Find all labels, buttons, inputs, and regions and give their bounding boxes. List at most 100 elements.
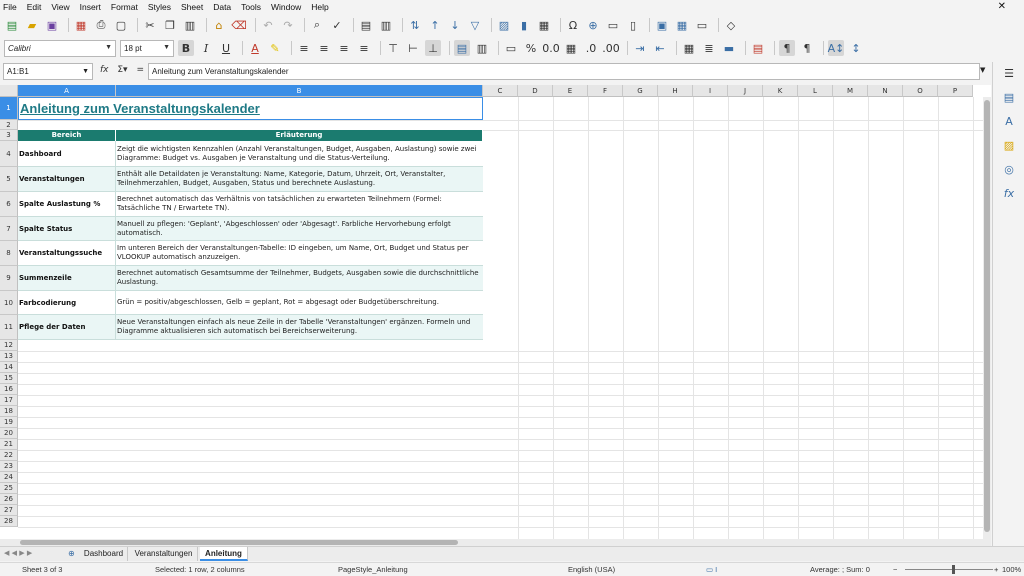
- split-window-icon[interactable]: ▭: [694, 17, 710, 33]
- column-header-o[interactable]: O: [903, 85, 938, 97]
- cut-icon[interactable]: ✂: [142, 17, 158, 33]
- column-header-a[interactable]: A: [18, 85, 116, 97]
- sum-icon[interactable]: Σ▾: [117, 65, 127, 75]
- zoom-out-icon[interactable]: −: [893, 565, 897, 574]
- row-header-7[interactable]: 7: [0, 217, 18, 241]
- select-all-corner[interactable]: [0, 85, 18, 97]
- tab-dashboard[interactable]: Dashboard: [80, 547, 128, 561]
- center-vertically-icon[interactable]: ⊢: [405, 40, 421, 56]
- align-top-icon[interactable]: ⊤: [385, 40, 401, 56]
- sidebar-menu-icon[interactable]: ☰: [1001, 66, 1017, 82]
- export-pdf-icon[interactable]: ▦: [73, 17, 89, 33]
- column-header-n[interactable]: N: [868, 85, 903, 97]
- borders-icon[interactable]: ▦: [681, 40, 697, 56]
- column-header-c[interactable]: C: [483, 85, 518, 97]
- row-header-10[interactable]: 10: [0, 291, 18, 315]
- erlaeuterung-cell[interactable]: Grün = positiv/abgeschlossen, Gelb = gep…: [116, 291, 483, 314]
- row-header-3[interactable]: 3: [0, 130, 18, 141]
- title-cell[interactable]: Anleitung zum Veranstaltungskalender: [18, 97, 483, 120]
- header-footer-icon[interactable]: ▯: [625, 17, 641, 33]
- row-header-4[interactable]: 4: [0, 141, 18, 167]
- bereich-cell[interactable]: Veranstaltungen: [18, 167, 116, 191]
- row-header-14[interactable]: 14: [0, 362, 18, 373]
- conditional-format-icon[interactable]: ▤: [750, 40, 766, 56]
- bereich-cell[interactable]: Pflege der Daten: [18, 315, 116, 339]
- bereich-cell[interactable]: Spalte Auslastung %: [18, 192, 116, 216]
- row-header-27[interactable]: 27: [0, 505, 18, 516]
- clone-formatting-icon[interactable]: ⌂: [211, 17, 227, 33]
- menu-view[interactable]: View: [51, 2, 69, 12]
- gallery-icon[interactable]: ▨: [1001, 138, 1017, 154]
- bereich-cell[interactable]: Dashboard: [18, 141, 116, 166]
- find-replace-icon[interactable]: ⌕: [309, 17, 325, 33]
- delete-decimal-icon[interactable]: .00: [602, 40, 620, 56]
- row-header-13[interactable]: 13: [0, 351, 18, 362]
- percent-format-icon[interactable]: %: [523, 40, 539, 56]
- column-header-h[interactable]: H: [658, 85, 693, 97]
- row-header-20[interactable]: 20: [0, 428, 18, 439]
- add-sheet-icon[interactable]: ⊕: [68, 549, 75, 558]
- row-header-15[interactable]: 15: [0, 373, 18, 384]
- navigator-icon[interactable]: ◎: [1001, 162, 1017, 178]
- number-format-icon[interactable]: 0.0: [542, 40, 560, 56]
- hyperlink-icon[interactable]: ⊕: [585, 17, 601, 33]
- border-color-icon[interactable]: ▬: [721, 40, 737, 56]
- name-box[interactable]: A1:B1 ▼: [3, 63, 93, 80]
- row-header-9[interactable]: 9: [0, 266, 18, 291]
- undo-icon[interactable]: ↶: [260, 17, 276, 33]
- properties-icon[interactable]: ▤: [1001, 90, 1017, 106]
- text-direction-vertical-icon[interactable]: ↕: [848, 40, 864, 56]
- tab-veranstaltungen[interactable]: Veranstaltungen: [130, 547, 198, 561]
- close-document-icon[interactable]: ✕: [998, 1, 1006, 12]
- merge-cells-icon[interactable]: ▥: [474, 40, 490, 56]
- erlaeuterung-cell[interactable]: Berechnet automatisch Gesamtsumme der Te…: [116, 266, 483, 290]
- date-format-icon[interactable]: ▦: [563, 40, 579, 56]
- menu-data[interactable]: Data: [213, 2, 231, 12]
- align-left-icon[interactable]: ≡: [296, 40, 312, 56]
- decrease-indent-icon[interactable]: ⇤: [652, 40, 668, 56]
- function-wizard-icon[interactable]: fx: [100, 65, 109, 75]
- row-header-5[interactable]: 5: [0, 167, 18, 192]
- comment-icon[interactable]: ▭: [605, 17, 621, 33]
- row-header-23[interactable]: 23: [0, 461, 18, 472]
- menu-sheet[interactable]: Sheet: [181, 2, 203, 12]
- sort-icon[interactable]: ⇅: [407, 17, 423, 33]
- clear-formatting-icon[interactable]: ⌫: [231, 17, 247, 33]
- currency-format-icon[interactable]: ▭: [503, 40, 519, 56]
- menu-help[interactable]: Help: [311, 2, 328, 12]
- spelling-icon[interactable]: ✓: [329, 17, 345, 33]
- column-header-m[interactable]: M: [833, 85, 868, 97]
- status-page-style[interactable]: PageStyle_Anleitung: [338, 565, 408, 574]
- horizontal-scrollbar-thumb[interactable]: [20, 540, 458, 545]
- expand-formula-bar-icon[interactable]: ▼: [980, 66, 985, 74]
- row-header-22[interactable]: 22: [0, 450, 18, 461]
- open-folder-icon[interactable]: ▰: [24, 17, 40, 33]
- print-icon[interactable]: ⎙: [93, 17, 109, 33]
- status-summary[interactable]: Average: ; Sum: 0: [810, 565, 870, 574]
- column-header-d[interactable]: D: [518, 85, 553, 97]
- menu-file[interactable]: File: [3, 2, 17, 12]
- autofilter-icon[interactable]: ▽: [467, 17, 483, 33]
- menu-insert[interactable]: Insert: [80, 2, 101, 12]
- erlaeuterung-cell[interactable]: Zeigt die wichtigsten Kennzahlen (Anzahl…: [116, 141, 483, 166]
- row-header-19[interactable]: 19: [0, 417, 18, 428]
- bereich-cell[interactable]: Farbcodierung: [18, 291, 116, 314]
- align-center-icon[interactable]: ≡: [316, 40, 332, 56]
- bereich-cell[interactable]: Summenzeile: [18, 266, 116, 290]
- sort-ascending-icon[interactable]: ↑: [427, 17, 443, 33]
- italic-button[interactable]: I: [198, 40, 214, 56]
- column-header-k[interactable]: K: [763, 85, 798, 97]
- header-cell-bereich[interactable]: Bereich: [18, 130, 116, 141]
- menu-styles[interactable]: Styles: [148, 2, 171, 12]
- row-header-17[interactable]: 17: [0, 395, 18, 406]
- wrap-text-icon[interactable]: ▤: [454, 40, 470, 56]
- erlaeuterung-cell[interactable]: Manuell zu pflegen: 'Geplant', 'Abgeschl…: [116, 217, 483, 240]
- freeze-rows-columns-icon[interactable]: ▦: [674, 17, 690, 33]
- row-header-25[interactable]: 25: [0, 483, 18, 494]
- column-header-p[interactable]: P: [938, 85, 973, 97]
- justify-icon[interactable]: ≡: [356, 40, 372, 56]
- add-decimal-icon[interactable]: .0: [583, 40, 599, 56]
- left-to-right-icon[interactable]: ¶: [779, 40, 795, 56]
- bereich-cell[interactable]: Veranstaltungssuche: [18, 241, 116, 265]
- highlight-color-icon[interactable]: ✎: [267, 40, 283, 56]
